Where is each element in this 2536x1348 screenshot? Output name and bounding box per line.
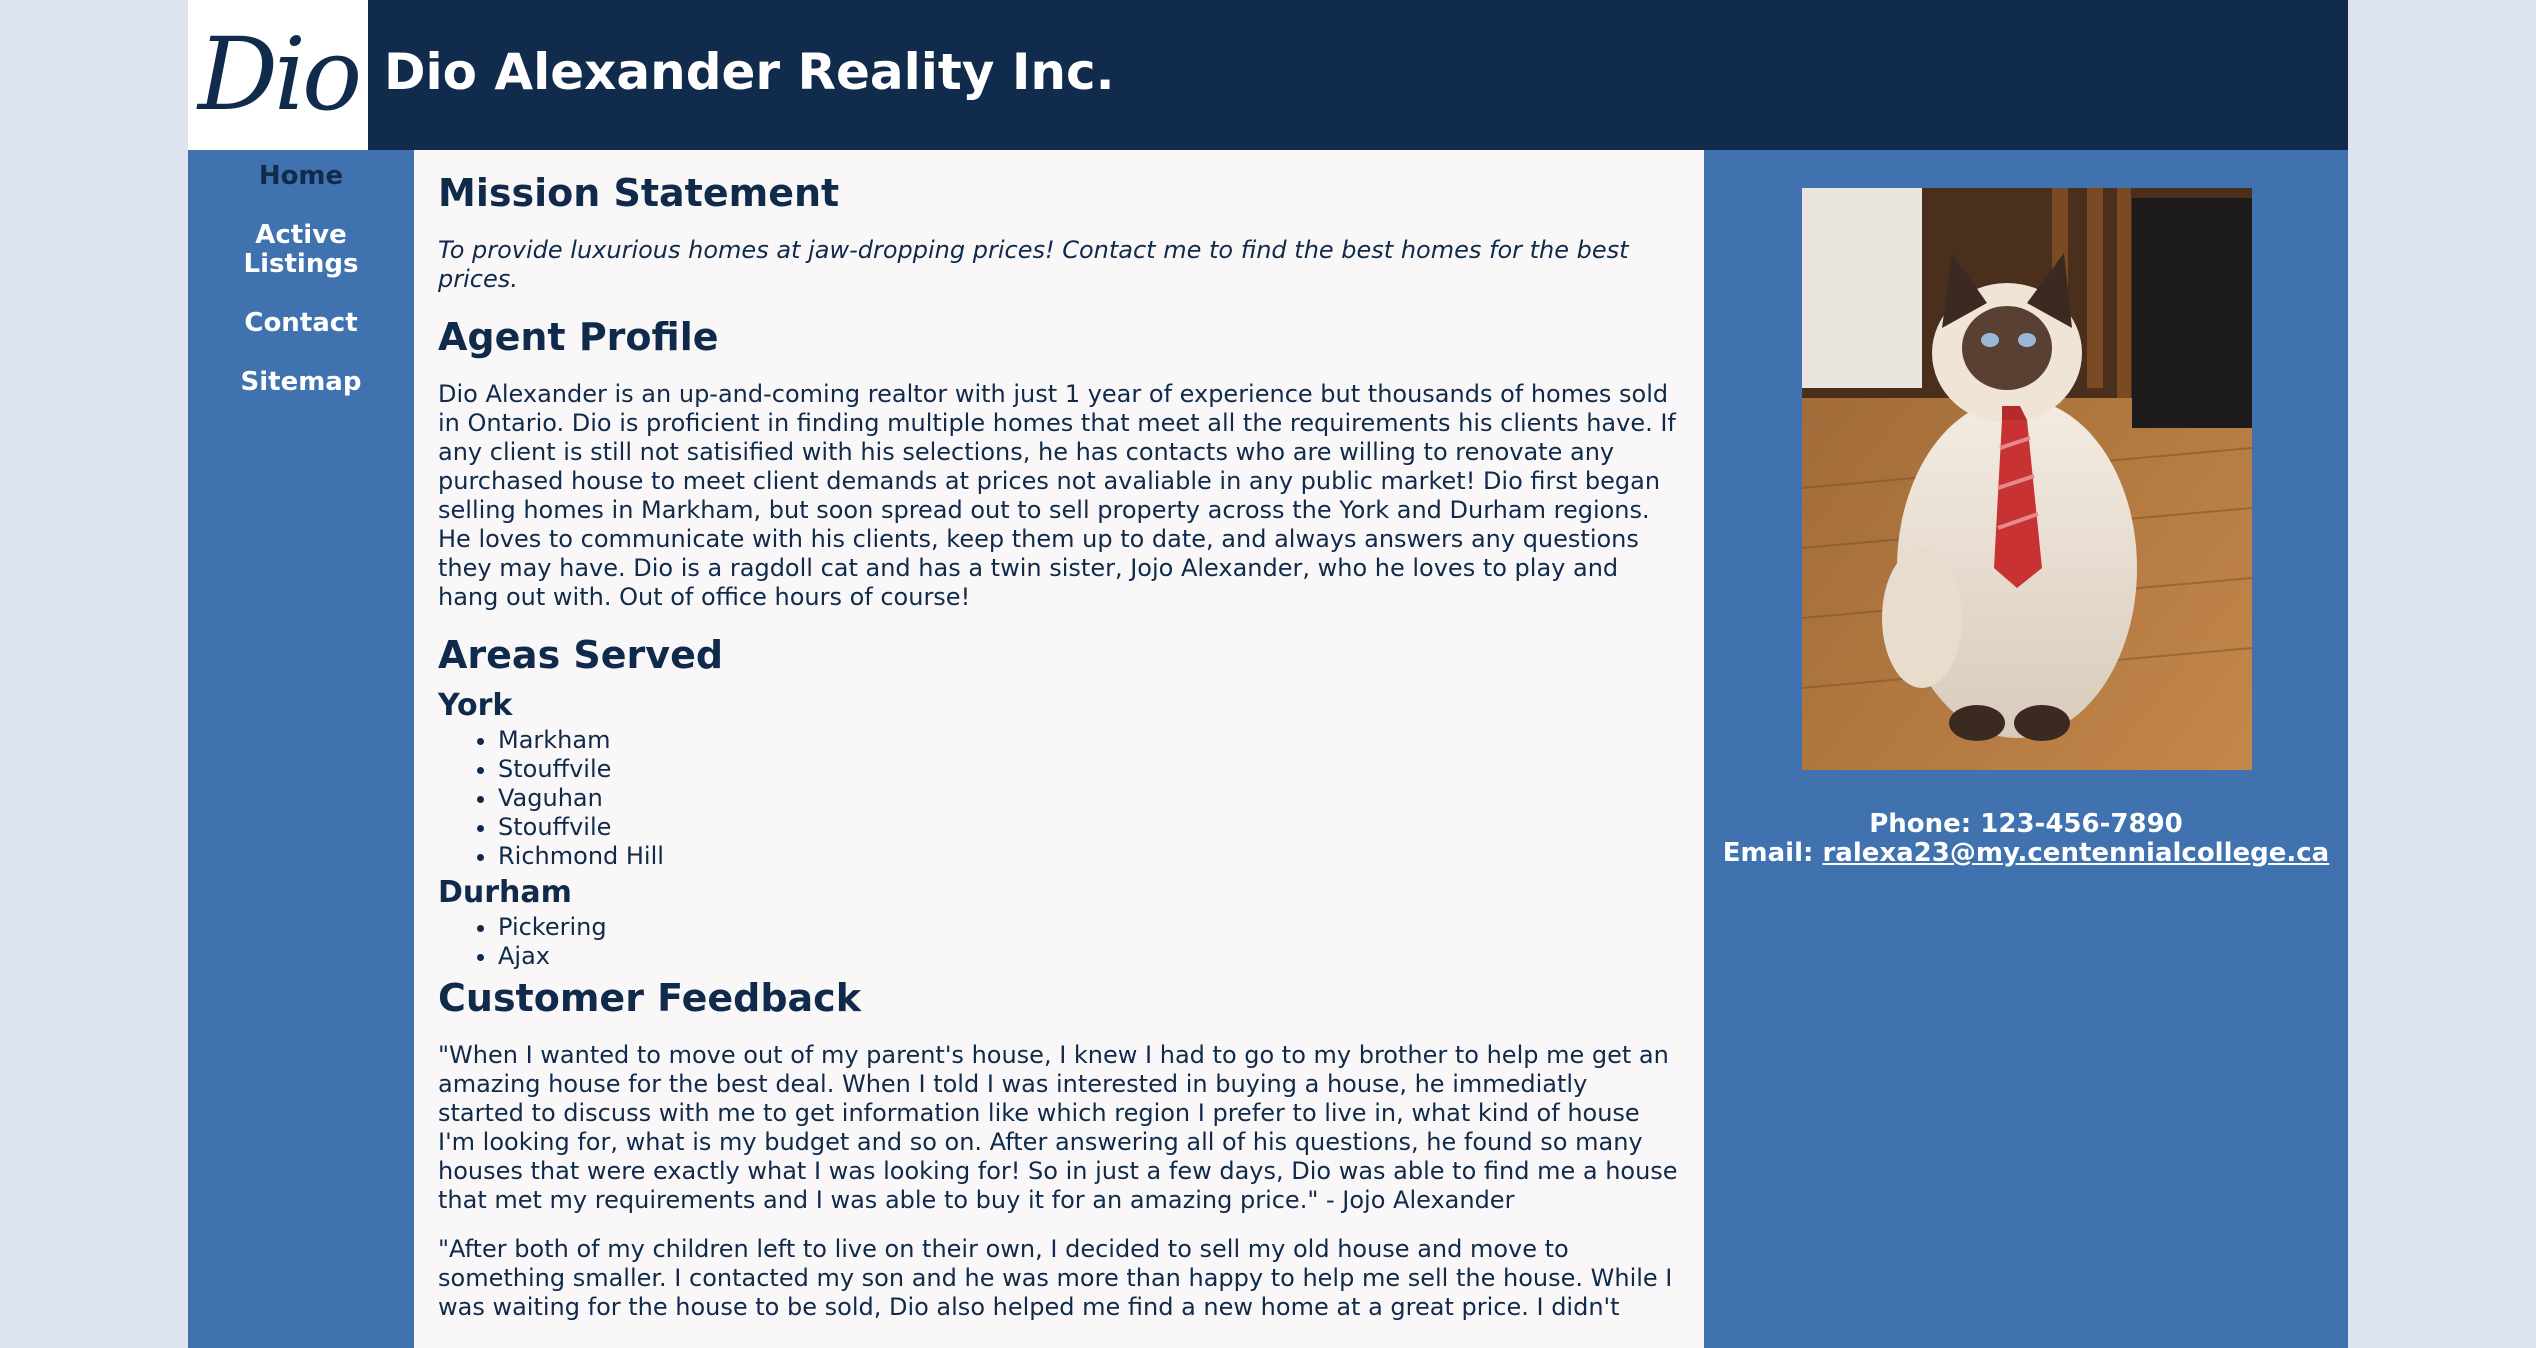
list-item: Richmond Hill: [498, 842, 1680, 871]
email-label: Email:: [1722, 838, 1814, 868]
email-line: Email: ralexa23@my.centennialcollege.ca: [1704, 839, 2348, 868]
phone-label: Phone:: [1869, 809, 1972, 839]
durham-list: Pickering Ajax: [438, 913, 1680, 971]
agent-profile-text: Dio Alexander is an up-and-coming realto…: [438, 380, 1676, 611]
list-item: Stouffvile: [498, 755, 1680, 784]
york-heading: York: [438, 688, 513, 723]
york-list: Markham Stouffvile Vaguhan Stouffvile Ri…: [438, 726, 1680, 871]
list-item: Markham: [498, 726, 1680, 755]
agent-photo: [1802, 188, 2252, 770]
areas-served-heading: Areas Served: [438, 633, 724, 677]
durham-heading: Durham: [438, 875, 572, 910]
feedback-quote: "After both of my children left to live …: [438, 1235, 1673, 1321]
nav-link-sitemap[interactable]: Sitemap: [198, 368, 404, 397]
nav-item-sitemap[interactable]: Sitemap: [188, 356, 414, 397]
email-link[interactable]: ralexa23@my.centennialcollege.ca: [1822, 838, 2329, 868]
cat-photo-image: [1802, 188, 2252, 770]
site-header: Dio Dio Alexander Reality Inc.: [188, 0, 2348, 150]
list-item: Stouffvile: [498, 813, 1680, 842]
nav-item-home[interactable]: Home: [188, 150, 414, 191]
logo-text: Dio: [197, 16, 362, 133]
contact-info: Phone: 123-456-7890 Email: ralexa23@my.c…: [1704, 810, 2348, 868]
site-title: Dio Alexander Reality Inc.: [384, 43, 1115, 101]
nav-link-active-listings[interactable]: Active Listings: [198, 221, 404, 279]
phone-line: Phone: 123-456-7890: [1704, 810, 2348, 839]
list-item: Ajax: [498, 942, 1680, 971]
agent-profile-heading: Agent Profile: [438, 315, 719, 359]
mission-heading: Mission Statement: [438, 171, 840, 215]
page: Dio Dio Alexander Reality Inc. Home Acti…: [188, 0, 2348, 1348]
nav-item-contact[interactable]: Contact: [188, 297, 414, 338]
main-content: Mission Statement To provide luxurious h…: [414, 150, 1704, 1348]
feedback-quote: "When I wanted to move out of my parent'…: [438, 1041, 1678, 1214]
logo[interactable]: Dio: [188, 0, 368, 150]
list-item: Vaguhan: [498, 784, 1680, 813]
nav-link-contact[interactable]: Contact: [198, 309, 404, 338]
phone-number: 123-456-7890: [1980, 809, 2183, 839]
customer-feedback-heading: Customer Feedback: [438, 976, 861, 1020]
mission-text: To provide luxurious homes at jaw-droppi…: [438, 236, 1629, 293]
nav-item-active-listings[interactable]: Active Listings: [188, 209, 414, 279]
list-item: Pickering: [498, 913, 1680, 942]
nav-link-home[interactable]: Home: [198, 162, 404, 191]
main-nav: Home Active Listings Contact Sitemap: [188, 150, 414, 1348]
contact-sidebar: Phone: 123-456-7890 Email: ralexa23@my.c…: [1704, 150, 2348, 1348]
